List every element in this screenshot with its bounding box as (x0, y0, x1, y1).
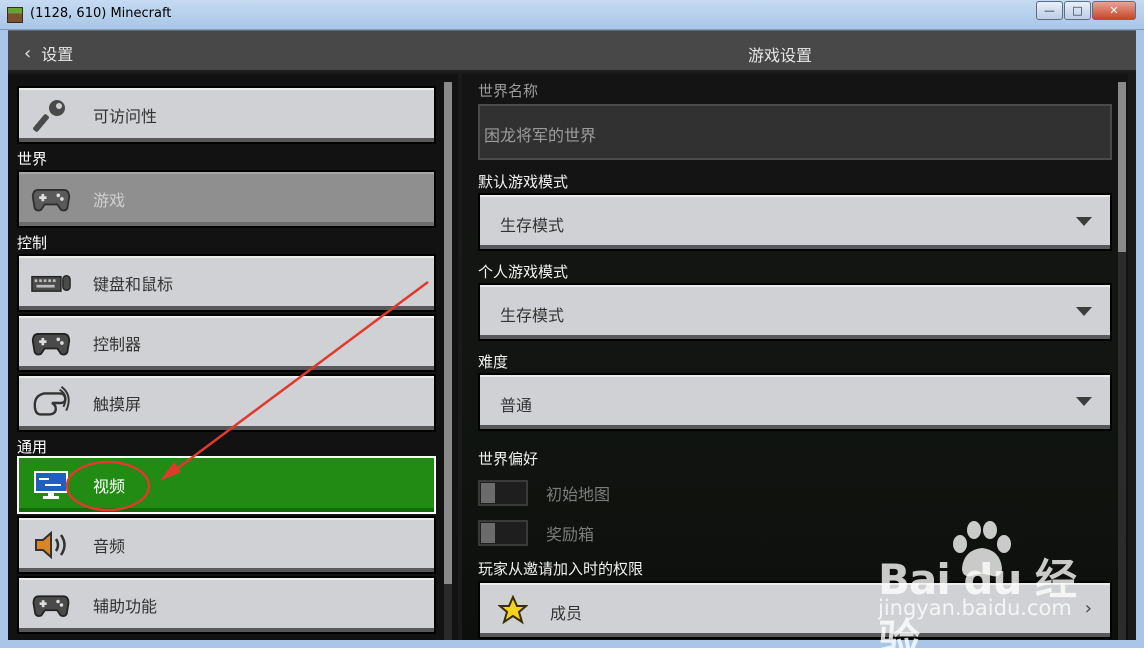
section-world: 世界 (17, 150, 48, 168)
sidebar-item-game[interactable]: 游戏 (17, 170, 436, 228)
window-frame-right (1136, 30, 1144, 648)
sidebar-item-accessibility[interactable]: 可访问性 (17, 86, 436, 144)
world-name-input[interactable]: 困龙将军的世界 (478, 104, 1112, 160)
sidebar-item-label: 可访问性 (93, 107, 158, 126)
bonus-chest-label: 奖励箱 (546, 525, 595, 544)
personal-mode-label: 个人游戏模式 (478, 263, 569, 281)
star-icon (497, 594, 529, 629)
sidebar-scroll-thumb[interactable] (444, 82, 452, 584)
touch-hand-icon (31, 383, 71, 423)
window-controls: — □ ✕ (1035, 1, 1136, 20)
window-title: (1128, 610) Minecraft (30, 6, 172, 21)
baidu-watermark: Bai du 经验 jingyan.baidu.com (872, 520, 1112, 648)
minecraft-app-icon (7, 7, 23, 23)
world-prefs-label: 世界偏好 (478, 450, 539, 468)
sidebar-item-label: 游戏 (93, 191, 126, 210)
difficulty-dropdown[interactable]: 普通 (478, 373, 1112, 431)
window-title-bar: (1128, 610) Minecraft — □ ✕ (0, 0, 1144, 30)
settings-header: ‹ 设置 游戏设置 (8, 30, 1136, 72)
section-controls: 控制 (17, 234, 48, 252)
sidebar-item-label: 辅助功能 (93, 597, 158, 616)
personal-mode-dropdown[interactable]: 生存模式 (478, 283, 1112, 341)
caret-down-icon (1076, 397, 1092, 406)
bonus-chest-row: 奖励箱 (478, 520, 594, 546)
starter-map-toggle[interactable] (478, 480, 528, 506)
back-label: 设置 (41, 45, 74, 64)
gamepad-icon (31, 585, 71, 625)
bonus-chest-toggle[interactable] (478, 520, 528, 546)
sidebar-item-assist[interactable]: 辅助功能 (17, 576, 436, 634)
window-frame-left (0, 30, 8, 648)
caret-down-icon (1076, 307, 1092, 316)
toggle-knob (481, 483, 495, 503)
back-button[interactable]: ‹ 设置 (24, 41, 73, 65)
default-mode-label: 默认游戏模式 (478, 173, 569, 191)
sidebar-item-touch[interactable]: 触摸屏 (17, 374, 436, 432)
sidebar-scrollbar[interactable] (444, 82, 452, 640)
default-mode-dropdown[interactable]: 生存模式 (478, 193, 1112, 251)
sidebar-item-label: 音频 (93, 537, 126, 556)
gamepad-icon (31, 323, 71, 363)
settings-sidebar: 可访问性 世界 游戏 控制 键盘和鼠标 控制器 触摸屏 通用 视频 音频 辅助功… (8, 74, 458, 640)
sidebar-item-audio[interactable]: 音频 (17, 516, 436, 574)
world-name-label: 世界名称 (478, 82, 539, 100)
minimize-button[interactable]: — (1036, 1, 1063, 20)
caret-down-icon (1076, 217, 1092, 226)
sidebar-item-keyboard-mouse[interactable]: 键盘和鼠标 (17, 254, 436, 312)
default-mode-value: 生存模式 (500, 216, 565, 235)
panel-scroll-thumb[interactable] (1118, 82, 1126, 252)
sidebar-item-label: 视频 (93, 477, 126, 496)
close-button[interactable]: ✕ (1092, 1, 1136, 20)
gamepad-icon (31, 179, 71, 219)
starter-map-label: 初始地图 (546, 485, 611, 504)
key-icon (31, 95, 71, 135)
page-title: 游戏设置 (748, 46, 813, 65)
panel-scrollbar[interactable] (1118, 82, 1126, 640)
personal-mode-value: 生存模式 (500, 306, 565, 325)
difficulty-value: 普通 (500, 396, 533, 415)
sidebar-item-video[interactable]: 视频 (17, 456, 436, 514)
sidebar-item-label: 触摸屏 (93, 395, 142, 414)
difficulty-label: 难度 (478, 353, 509, 371)
sidebar-item-label: 键盘和鼠标 (93, 275, 174, 294)
toggle-knob (481, 523, 495, 543)
chevron-left-icon: ‹ (24, 42, 32, 64)
section-general: 通用 (17, 438, 48, 456)
sidebar-item-label: 控制器 (93, 335, 142, 354)
sidebar-item-controller[interactable]: 控制器 (17, 314, 436, 372)
keyboard-mouse-icon (31, 263, 71, 303)
watermark-url: jingyan.baidu.com (878, 596, 1072, 620)
maximize-button[interactable]: □ (1064, 1, 1091, 20)
speaker-icon (31, 525, 71, 565)
invite-permission-label: 玩家从邀请加入时的权限 (478, 560, 644, 578)
starter-map-row: 初始地图 (478, 480, 610, 506)
invite-permission-value: 成员 (550, 604, 583, 623)
monitor-icon (31, 465, 71, 505)
